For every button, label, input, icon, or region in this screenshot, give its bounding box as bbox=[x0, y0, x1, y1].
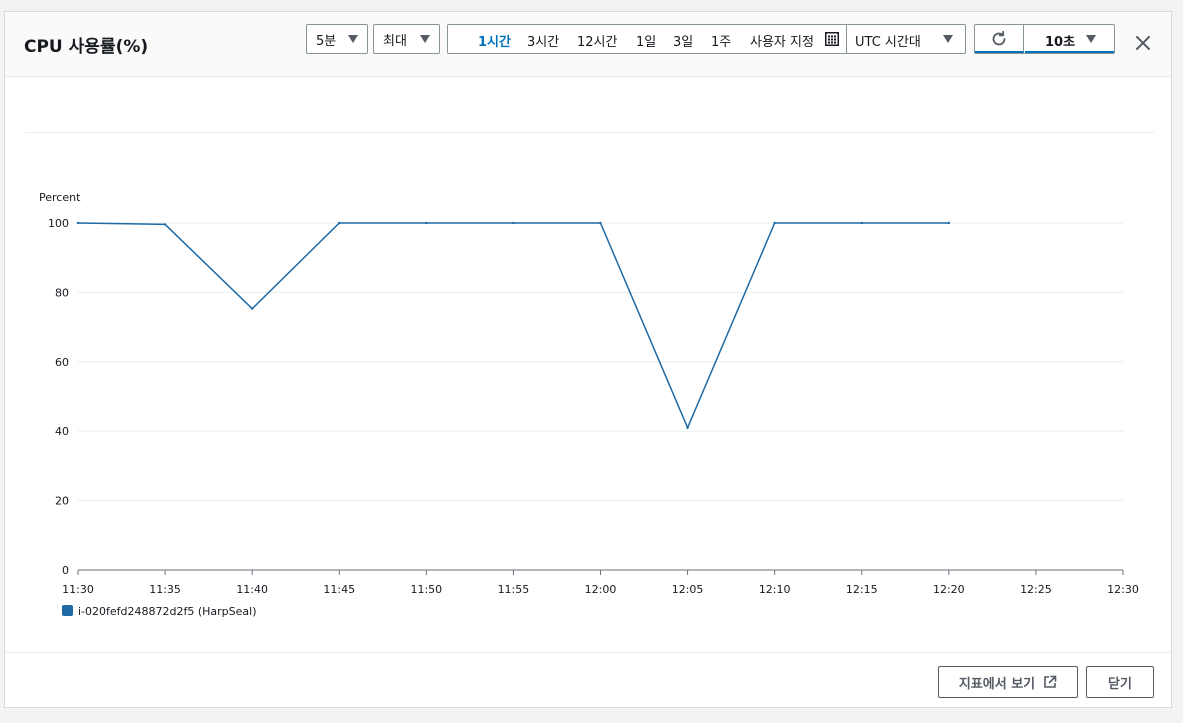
series-line bbox=[77, 222, 949, 430]
x-tick-label: 12:20 bbox=[933, 583, 965, 596]
view-in-metrics-button[interactable]: 지표에서 보기 bbox=[938, 666, 1078, 698]
axes: Percent 0 20 40 60 80 100 11:30 11:35 11:40 11:45 1… bbox=[39, 191, 1139, 596]
x-tick-label: 11:35 bbox=[149, 583, 181, 596]
view-in-metrics-label: 지표에서 보기 bbox=[958, 676, 1036, 692]
y-tick-label: 0 bbox=[62, 564, 69, 577]
y-tick-label: 40 bbox=[55, 425, 69, 438]
data-point bbox=[686, 426, 689, 429]
x-tick-label: 12:05 bbox=[672, 583, 704, 596]
external-link-icon bbox=[1044, 675, 1057, 688]
data-point bbox=[512, 221, 515, 225]
data-point bbox=[773, 221, 776, 225]
data-point bbox=[599, 221, 602, 225]
data-point bbox=[250, 307, 254, 310]
data-point bbox=[860, 221, 863, 225]
close-button-label: 닫기 bbox=[1108, 676, 1132, 692]
close-button[interactable]: 닫기 bbox=[1086, 666, 1154, 698]
footer-divider bbox=[5, 652, 1171, 653]
series-lines bbox=[76, 221, 951, 430]
cpu-line-chart: Percent 0 20 40 60 80 100 11:30 11:35 11:40 11:45 1… bbox=[39, 191, 1139, 618]
data-point bbox=[338, 221, 341, 225]
data-point bbox=[425, 221, 428, 225]
y-tick-label: 80 bbox=[55, 286, 69, 299]
y-tick-label: 20 bbox=[55, 495, 69, 508]
data-point bbox=[76, 221, 80, 225]
legend-swatch bbox=[62, 605, 73, 616]
x-tick-label: 12:15 bbox=[846, 583, 878, 596]
cpu-usage-modal: CPU 사용률(%) 5분 최대 1시간 3시간 12시간 1일 3일 1주 사… bbox=[4, 11, 1172, 708]
x-tick-label: 11:45 bbox=[323, 583, 355, 596]
y-tick-label: 100 bbox=[48, 217, 69, 230]
data-point bbox=[163, 223, 167, 226]
data-point bbox=[947, 221, 951, 225]
legend-label: i-020fefd248872d2f5 (HarpSeal) bbox=[78, 605, 257, 618]
grid-lines bbox=[78, 222, 1123, 502]
x-tick-label: 12:30 bbox=[1107, 583, 1139, 596]
x-tick-label: 11:50 bbox=[410, 583, 442, 596]
x-tick-label: 12:00 bbox=[585, 583, 617, 596]
x-tick-label: 11:40 bbox=[236, 583, 268, 596]
x-tick-label: 12:10 bbox=[759, 583, 791, 596]
y-tick-label: 60 bbox=[55, 356, 69, 369]
legend: i-020fefd248872d2f5 (HarpSeal) bbox=[62, 605, 257, 618]
x-tick-label: 12:25 bbox=[1020, 583, 1052, 596]
x-tick-label: 11:30 bbox=[62, 583, 94, 596]
x-tick-label: 11:55 bbox=[498, 583, 530, 596]
y-axis-label: Percent bbox=[39, 191, 81, 204]
